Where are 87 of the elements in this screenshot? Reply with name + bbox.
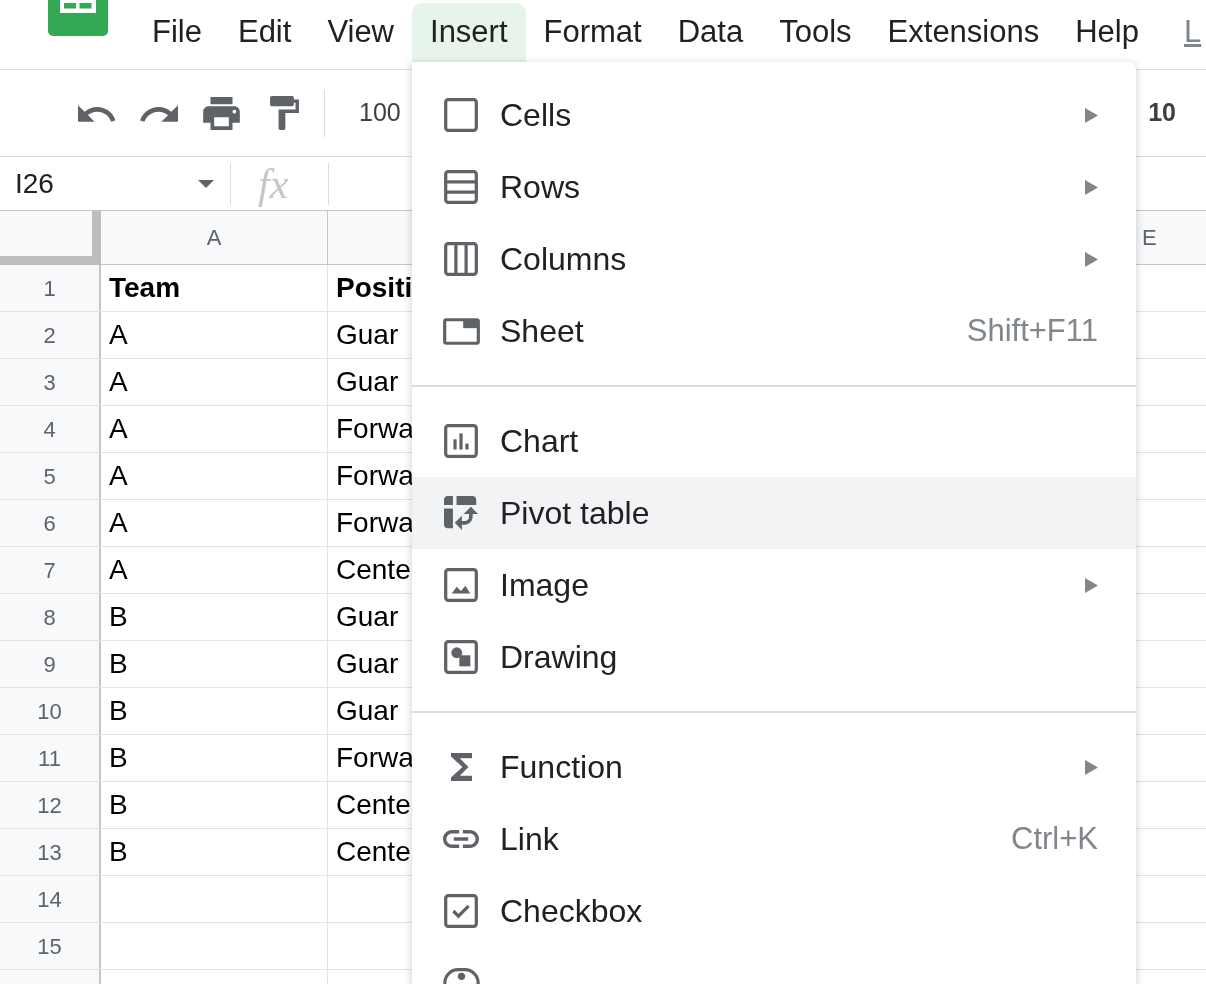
row-number[interactable]: 7 xyxy=(0,547,101,593)
square-icon xyxy=(444,98,478,132)
row-number[interactable]: 10 xyxy=(0,688,101,734)
menu-item[interactable]: Chart xyxy=(412,405,1136,477)
cell-value: B xyxy=(109,835,128,869)
menu-bar-item[interactable]: Format xyxy=(525,3,660,62)
menu-bar-item[interactable]: Extensions xyxy=(869,3,1058,62)
cell-value: A xyxy=(109,506,128,540)
menu-item[interactable]: Link Ctrl+K xyxy=(412,803,1136,875)
checkbox-icon xyxy=(444,894,478,928)
row-number[interactable]: 2 xyxy=(0,312,101,358)
menu-item[interactable]: Pivot table xyxy=(412,477,1136,549)
row-number[interactable]: 1 xyxy=(0,265,101,311)
row-number[interactable]: 3 xyxy=(0,359,101,405)
menu-item[interactable]: Sheet Shift+F11 xyxy=(412,295,1136,367)
dropdown-caret-icon xyxy=(198,179,214,188)
cell-value: B xyxy=(109,788,128,822)
menu-bar-item[interactable]: File xyxy=(134,3,220,62)
shortcut-text: Ctrl+K xyxy=(1011,819,1098,858)
row-number[interactable]: 13 xyxy=(0,829,101,875)
cell-value: B xyxy=(109,694,128,728)
pivot-table-icon xyxy=(444,496,478,530)
cell-value: Guar xyxy=(336,647,399,681)
row-number[interactable]: 9 xyxy=(0,641,101,687)
link-icon xyxy=(443,830,479,848)
row-number[interactable]: 6 xyxy=(0,500,101,546)
row-number[interactable]: 11 xyxy=(0,735,101,781)
row-number[interactable]: 14 xyxy=(0,876,101,922)
menu-bar-item[interactable]: Help xyxy=(1057,3,1157,62)
column-header[interactable]: E xyxy=(1136,211,1206,265)
sheet-icon xyxy=(442,317,480,345)
cell-value: Guar xyxy=(336,694,399,728)
row-number[interactable]: 12 xyxy=(0,782,101,828)
cell-value: Forwa xyxy=(336,459,414,493)
shapes-icon xyxy=(444,640,478,674)
menu-item[interactable]: Function xyxy=(412,731,1136,803)
sigma-icon xyxy=(450,753,472,781)
cell-value: Cente xyxy=(336,835,411,869)
rows-icon xyxy=(444,170,478,204)
cell-value: Guar xyxy=(336,365,399,399)
menu-item[interactable]: Drawing xyxy=(412,621,1136,693)
cell-value: A xyxy=(109,459,128,493)
menu-item[interactable]: Image xyxy=(412,549,1136,621)
cell-value: A xyxy=(109,412,128,446)
name-box[interactable]: I26 xyxy=(0,161,222,206)
cell-value: B xyxy=(109,600,128,634)
cell-value: A xyxy=(109,318,128,352)
cell-value: Guar xyxy=(336,318,399,352)
menu-item[interactable]: Columns xyxy=(412,223,1136,295)
spreadsheet-logo-icon[interactable] xyxy=(48,0,108,36)
cell-value: Forwa xyxy=(336,412,414,446)
bar-chart-icon xyxy=(444,424,478,458)
row-number[interactable]: 5 xyxy=(0,453,101,499)
menu-bar-item[interactable]: Insert xyxy=(412,3,526,62)
cell-value: Forwa xyxy=(336,741,414,775)
menu-bar-item[interactable]: Edit xyxy=(219,3,310,62)
redo-icon xyxy=(140,104,178,122)
zoom-select[interactable]: 100 xyxy=(359,94,401,132)
menu-bar-item[interactable]: View xyxy=(309,3,412,62)
menu-item[interactable]: Checkbox xyxy=(412,875,1136,947)
cell-value: Positi xyxy=(336,271,413,305)
column-header[interactable]: A xyxy=(101,211,328,265)
shortcut-text: Shift+F11 xyxy=(966,311,1098,350)
paint-roller-icon xyxy=(270,96,299,130)
columns-icon xyxy=(444,242,478,276)
row-number[interactable]: 15 xyxy=(0,923,101,969)
menu-bar-item[interactable]: Tools xyxy=(761,3,870,62)
cell-value: B xyxy=(109,647,128,681)
cell-value: Cente xyxy=(336,553,411,587)
cell-value: Forwa xyxy=(336,506,414,540)
cell-value: Cente xyxy=(336,788,411,822)
menu-bar-item[interactable]: Data xyxy=(659,3,762,62)
menu-item[interactable]: Cells xyxy=(412,79,1136,151)
print-icon xyxy=(203,96,240,130)
cell-value: A xyxy=(109,365,128,399)
function-label: fx xyxy=(258,162,290,205)
last-edit-link[interactable]: L xyxy=(1184,3,1202,62)
cell-value: A xyxy=(109,553,128,587)
row-number[interactable]: 8 xyxy=(0,594,101,640)
cell-value: B xyxy=(109,741,128,775)
image-icon xyxy=(444,568,478,602)
undo-icon xyxy=(78,104,115,122)
cell-value: Team xyxy=(109,271,181,305)
menu-item[interactable]: Rows xyxy=(412,151,1136,223)
font-size-field[interactable]: 10 xyxy=(1148,94,1176,132)
cell-value: Guar xyxy=(336,600,399,634)
row-number[interactable]: 4 xyxy=(0,406,101,452)
